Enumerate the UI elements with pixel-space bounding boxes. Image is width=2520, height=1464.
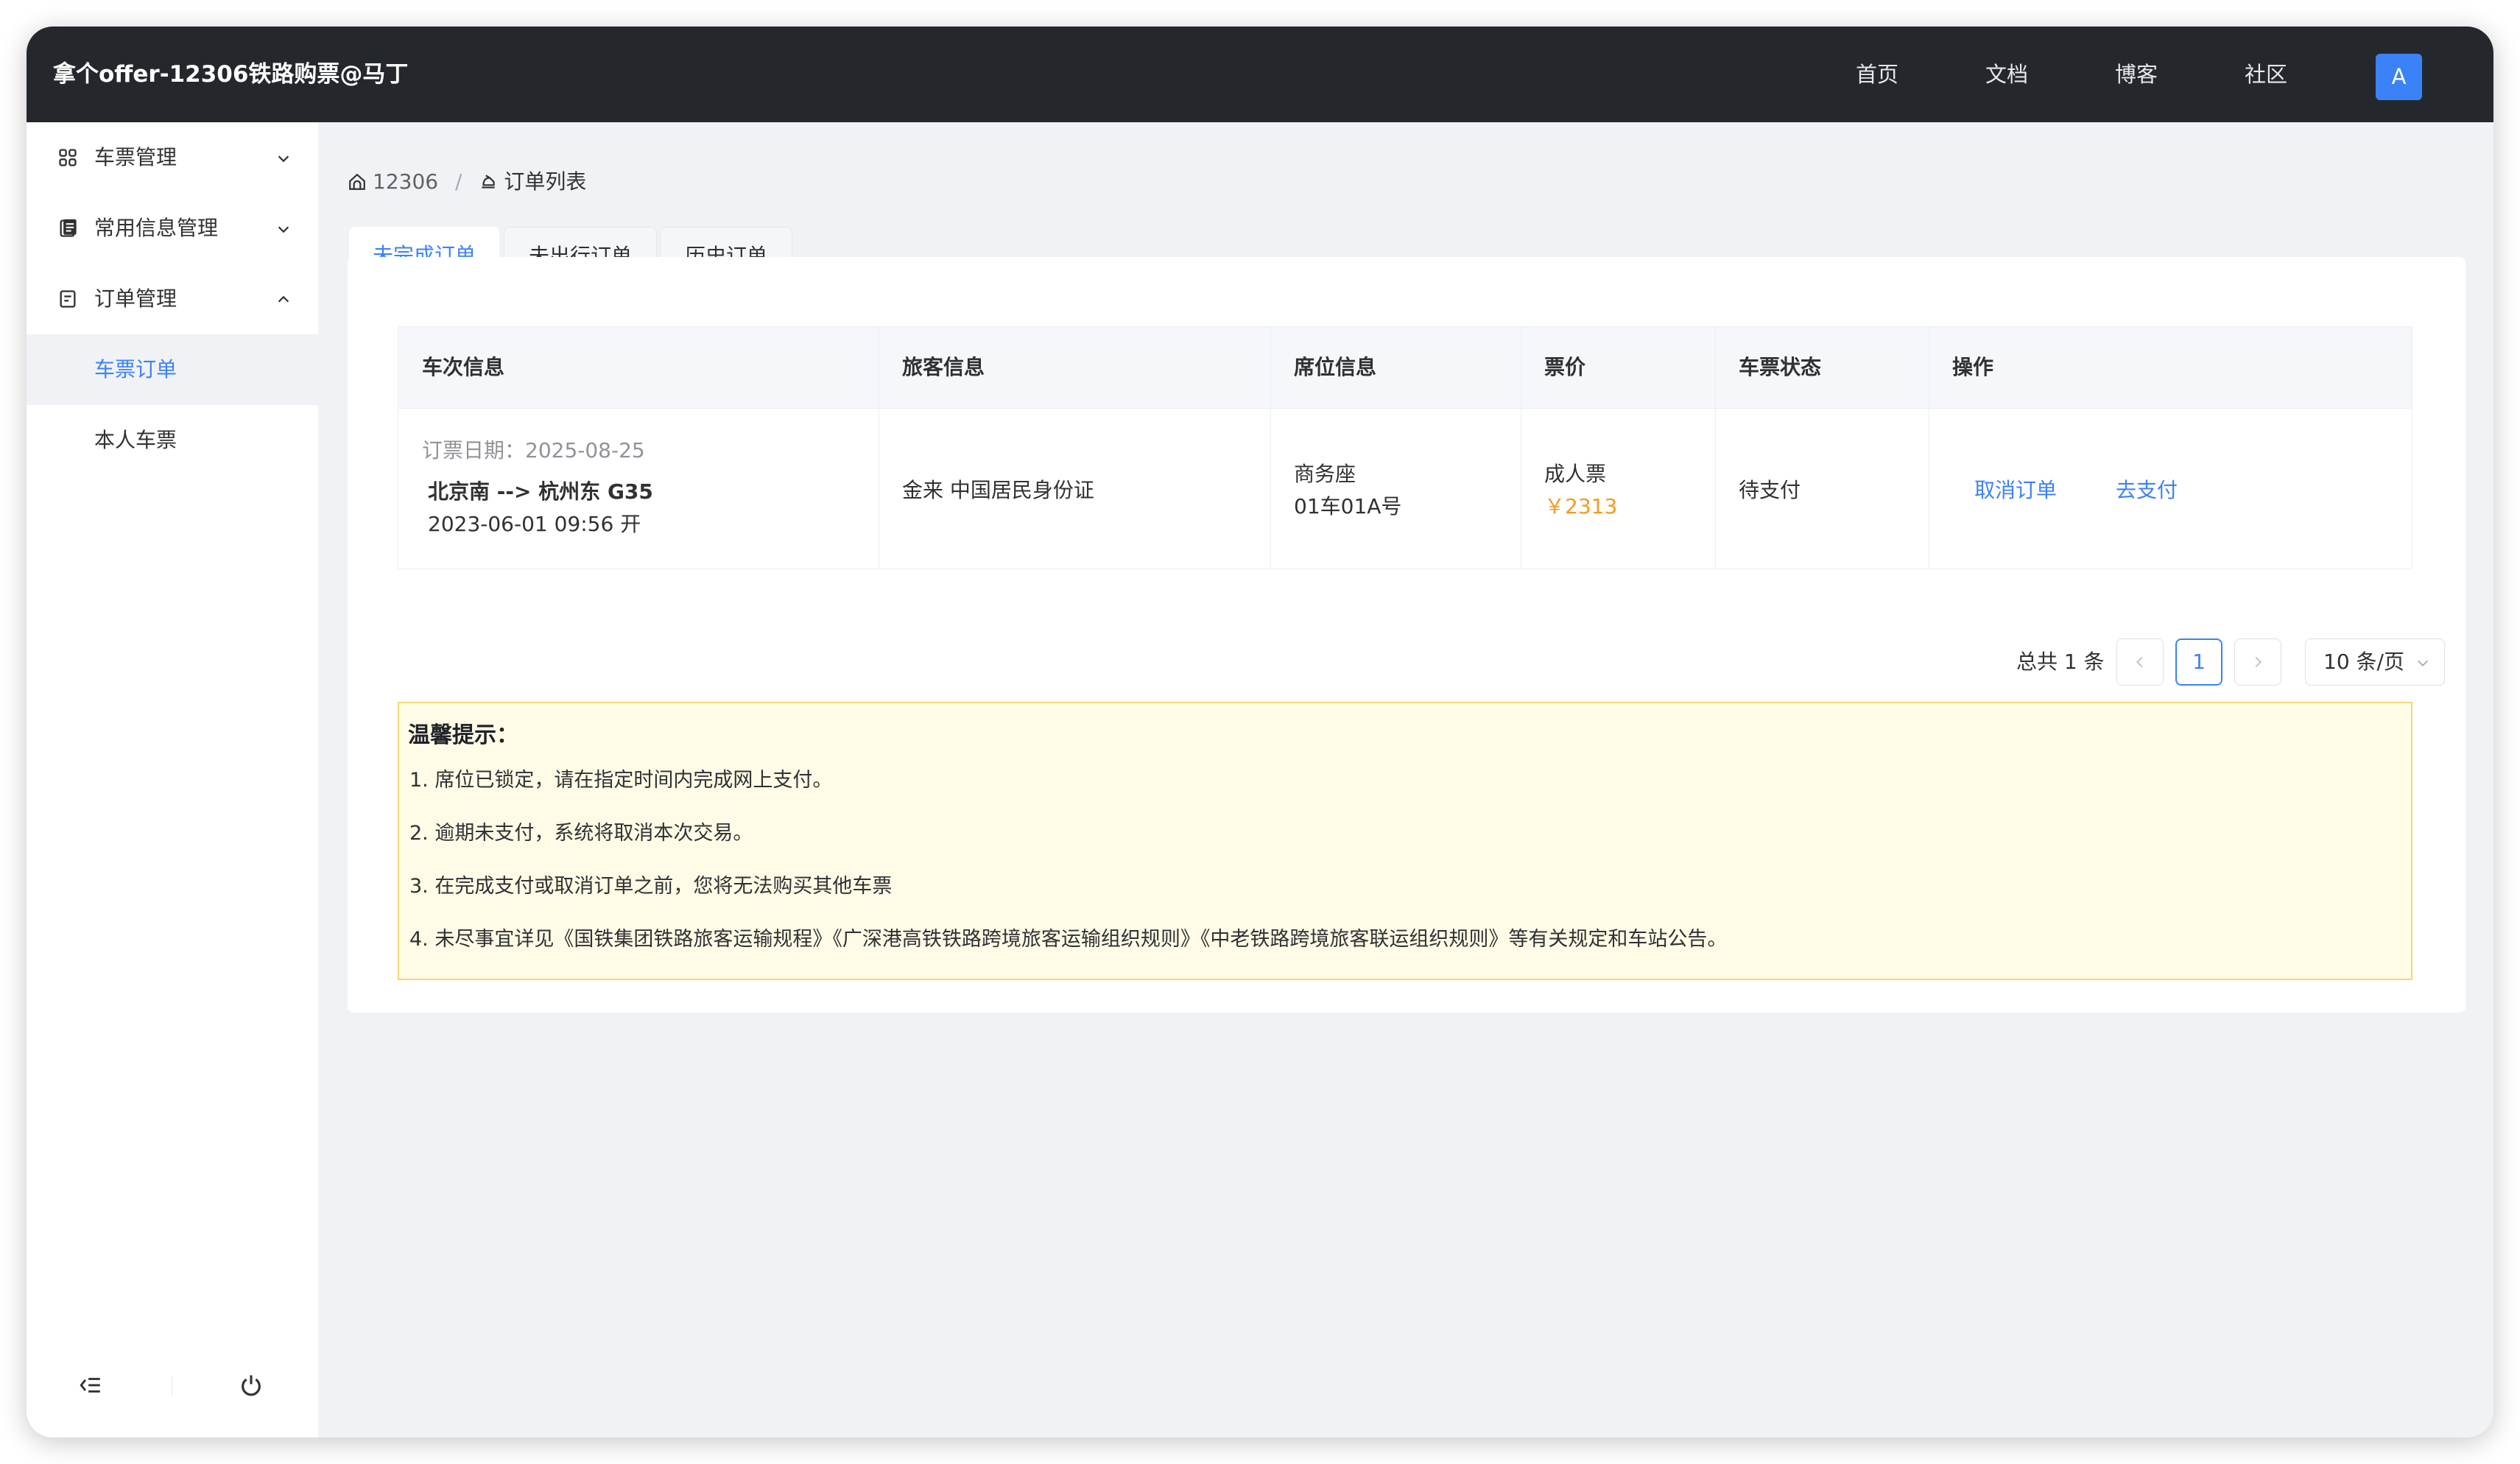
route: 北京南 --> 杭州东 G35 [428, 479, 653, 504]
avatar[interactable]: A [2376, 54, 2422, 100]
sidebar: 车票管理 常用信息管理 订单管理 车票订单 本人车票 [27, 122, 318, 1437]
passenger-info: 金来 中国居民身份证 [902, 478, 1094, 502]
passenger-cell: 金来 中国居民身份证 [879, 408, 1270, 569]
app-window: 拿个offer-12306铁路购票@马丁 首页 文档 博客 社区 A 车票管理 [27, 27, 2493, 1437]
breadcrumb-separator: / [454, 169, 462, 194]
breadcrumb-home[interactable]: 12306 [348, 167, 438, 197]
order-icon [60, 290, 76, 308]
menu-label: 订单管理 [94, 286, 177, 311]
menu-common-info[interactable]: 常用信息管理 [27, 193, 318, 264]
orders-card: 车次信息 旅客信息 席位信息 票价 车票状态 操作 订票日期：2025-08-2… [348, 257, 2466, 1013]
cancel-order-button[interactable]: 取消订单 [1974, 474, 2057, 504]
table-header-row: 车次信息 旅客信息 席位信息 票价 车票状态 操作 [398, 327, 2412, 409]
column-header: 席位信息 [1294, 355, 1377, 379]
sidebar-footer [27, 1359, 318, 1415]
notice-line: 1. 席位已锁定，请在指定时间内完成网上支付。 [409, 769, 833, 792]
warm-tips-notice: 温馨提示： 1. 席位已锁定，请在指定时间内完成网上支付。 2. 逾期未支付，系… [398, 702, 2412, 980]
sidebar-item-my-tickets[interactable]: 本人车票 [27, 405, 318, 476]
home-icon [349, 173, 365, 190]
column-header: 操作 [1952, 355, 1994, 379]
ticket-type: 成人票 [1544, 462, 1607, 486]
table-row: 订票日期：2025-08-25 北京南 --> 杭州东 G35 2023-06-… [398, 408, 2412, 569]
nav-home[interactable]: 首页 [1856, 27, 1898, 122]
nav-docs[interactable]: 文档 [1985, 27, 2028, 122]
prev-page-button[interactable] [2116, 638, 2164, 686]
train-icon [482, 175, 495, 189]
top-header: 拿个offer-12306铁路购票@马丁 首页 文档 博客 社区 A [27, 27, 2493, 122]
column-header: 票价 [1544, 355, 1586, 379]
train-info-cell: 订票日期：2025-08-25 北京南 --> 杭州东 G35 2023-06-… [398, 408, 879, 569]
notice-title: 温馨提示： [408, 722, 518, 748]
seat-number: 01车01A号 [1294, 494, 1402, 518]
app-title[interactable]: 拿个offer-12306铁路购票@马丁 [53, 27, 408, 122]
breadcrumb-current-label: 订单列表 [504, 169, 587, 194]
notice-line: 4. 未尽事宜详见《国铁集团铁路旅客运输规程》《广深港高铁铁路跨境旅客运输组织规… [409, 928, 1728, 951]
chevron-down-icon [2417, 660, 2429, 666]
column-header: 旅客信息 [902, 355, 985, 379]
nav-community[interactable]: 社区 [2245, 27, 2287, 122]
menu-order-management[interactable]: 订单管理 [27, 264, 318, 334]
sidebar-item-label: 车票订单 [94, 357, 177, 381]
collapse-sidebar-icon[interactable] [78, 1373, 103, 1398]
power-icon[interactable] [239, 1373, 264, 1398]
breadcrumb-home-label: 12306 [373, 169, 439, 194]
ticket-status: 待支付 [1739, 478, 1801, 502]
sidebar-item-ticket-orders[interactable]: 车票订单 [27, 334, 318, 405]
price-cell: 成人票 ￥2313 [1521, 408, 1715, 569]
pay-button[interactable]: 去支付 [2116, 474, 2178, 504]
page-size-value: 10 条/页 [2323, 650, 2404, 674]
order-date: 订票日期：2025-08-25 [422, 438, 645, 462]
breadcrumb-current: 订单列表 [479, 167, 586, 197]
document-icon [60, 219, 77, 237]
chevron-up-icon [278, 295, 289, 303]
chevron-right-icon [2255, 656, 2262, 668]
menu-label: 车票管理 [94, 145, 177, 169]
menu-ticket-management[interactable]: 车票管理 [27, 122, 318, 193]
departure-time: 2023-06-01 09:56 开 [428, 512, 641, 536]
chevron-down-icon [278, 155, 289, 163]
column-header: 车票状态 [1739, 355, 1822, 379]
breadcrumb: 12306 / 订单列表 [348, 166, 586, 196]
status-cell: 待支付 [1715, 408, 1929, 569]
notice-line: 2. 逾期未支付，系统将取消本次交易。 [409, 822, 753, 845]
actions-cell: 取消订单 去支付 [1929, 408, 2412, 569]
notice-line: 3. 在完成支付或取消订单之前，您将无法购买其他车票 [409, 875, 893, 898]
ticket-grid-icon [59, 149, 77, 166]
page-1-button[interactable]: 1 [2175, 638, 2222, 686]
pagination-total: 总共 1 条 [2016, 650, 2105, 674]
chevron-left-icon [2136, 656, 2143, 668]
next-page-button[interactable] [2234, 638, 2281, 686]
orders-table: 车次信息 旅客信息 席位信息 票价 车票状态 操作 订票日期：2025-08-2… [398, 326, 2412, 569]
page-size-select[interactable]: 10 条/页 [2305, 638, 2445, 686]
nav-blog[interactable]: 博客 [2115, 27, 2158, 122]
seat-cell: 商务座 01车01A号 [1270, 408, 1521, 569]
sidebar-item-label: 本人车票 [94, 428, 177, 452]
seat-class: 商务座 [1294, 462, 1356, 486]
chevron-down-icon [278, 226, 289, 233]
ticket-price: ￥2313 [1544, 494, 1618, 518]
menu-label: 常用信息管理 [94, 216, 219, 240]
column-header: 车次信息 [422, 355, 505, 379]
